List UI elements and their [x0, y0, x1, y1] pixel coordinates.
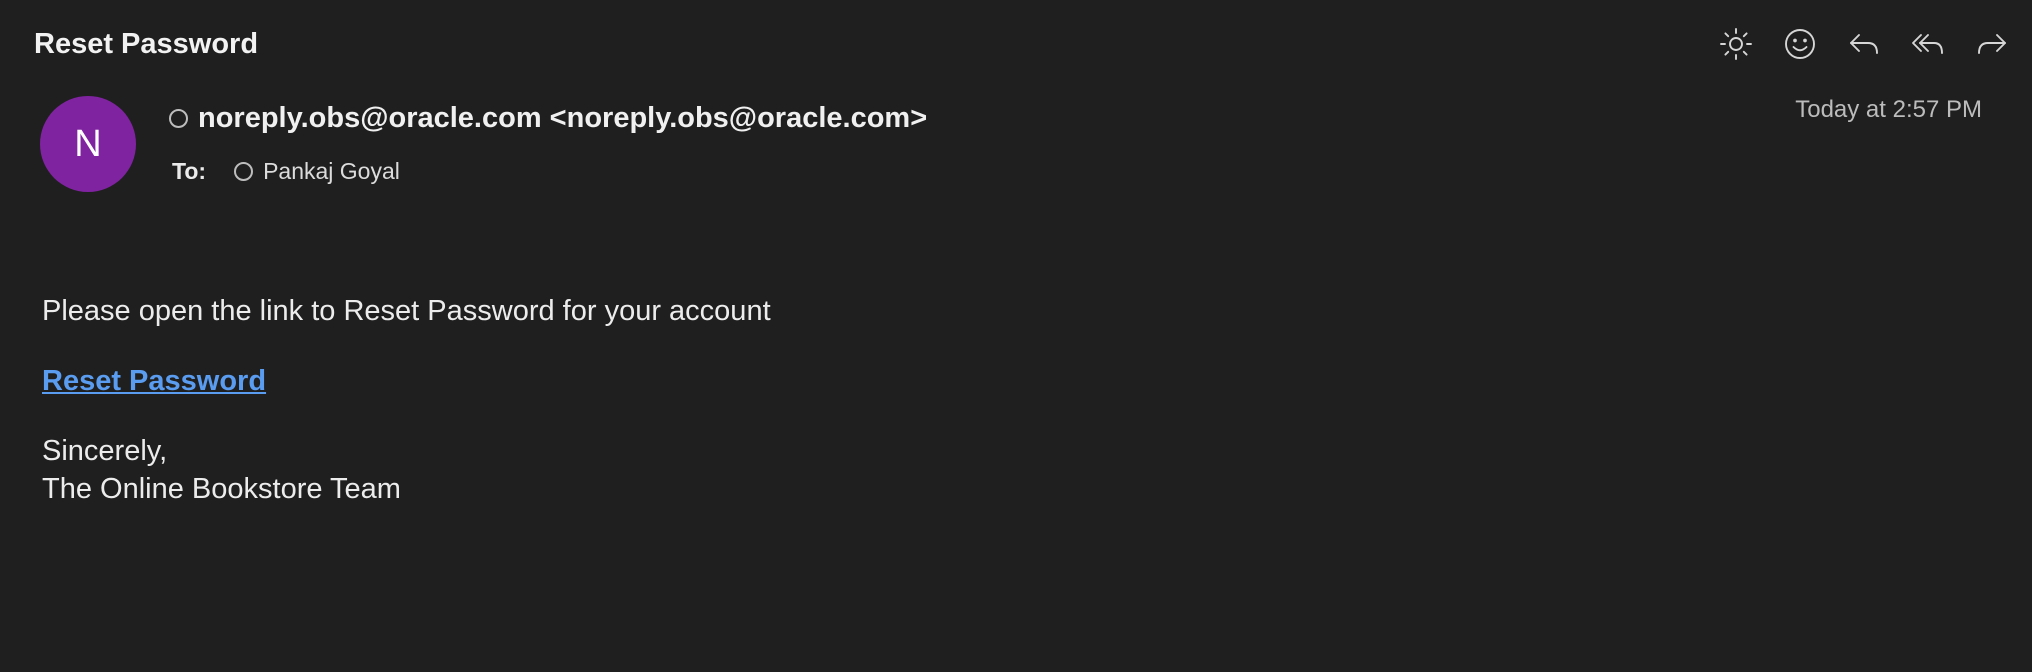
reaction-button[interactable]: [1778, 22, 1822, 66]
avatar-initial: N: [74, 122, 102, 165]
from-row: noreply.obs@oracle.com <noreply.obs@orac…: [169, 98, 927, 138]
emoji-icon: [1785, 29, 1815, 59]
message-body: Please open the link to Reset Password f…: [42, 292, 771, 508]
message-timestamp: Today at 2:57 PM: [1795, 96, 1982, 123]
message-signature: The Online Bookstore Team: [42, 473, 401, 505]
to-label: To:: [172, 157, 207, 184]
sun-icon: [1720, 28, 1752, 60]
reset-password-link[interactable]: Reset Password: [42, 362, 266, 400]
recipient-status-circle-icon: [234, 161, 254, 181]
recipient-name[interactable]: Pankaj Goyal: [263, 158, 400, 185]
message-intro: Please open the link to Reset Password f…: [42, 295, 771, 327]
sender-address[interactable]: noreply.obs@oracle.com <noreply.obs@orac…: [198, 102, 927, 135]
reply-all-icon: [1912, 34, 1943, 54]
forward-button[interactable]: [1970, 22, 2014, 66]
appearance-button[interactable]: [1714, 22, 1758, 66]
message-closing: Sincerely,: [42, 435, 168, 467]
sender-avatar[interactable]: N: [40, 96, 136, 192]
to-row: To: Pankaj Goyal: [172, 154, 400, 188]
reply-all-button[interactable]: [1906, 22, 1950, 66]
email-subject-title: Reset Password: [34, 28, 259, 60]
reply-button[interactable]: [1842, 22, 1886, 66]
sender-status-circle-icon: [169, 108, 188, 128]
reply-icon: [1850, 34, 1878, 54]
forward-icon: [1978, 34, 2006, 54]
message-toolbar: [1694, 22, 2014, 66]
